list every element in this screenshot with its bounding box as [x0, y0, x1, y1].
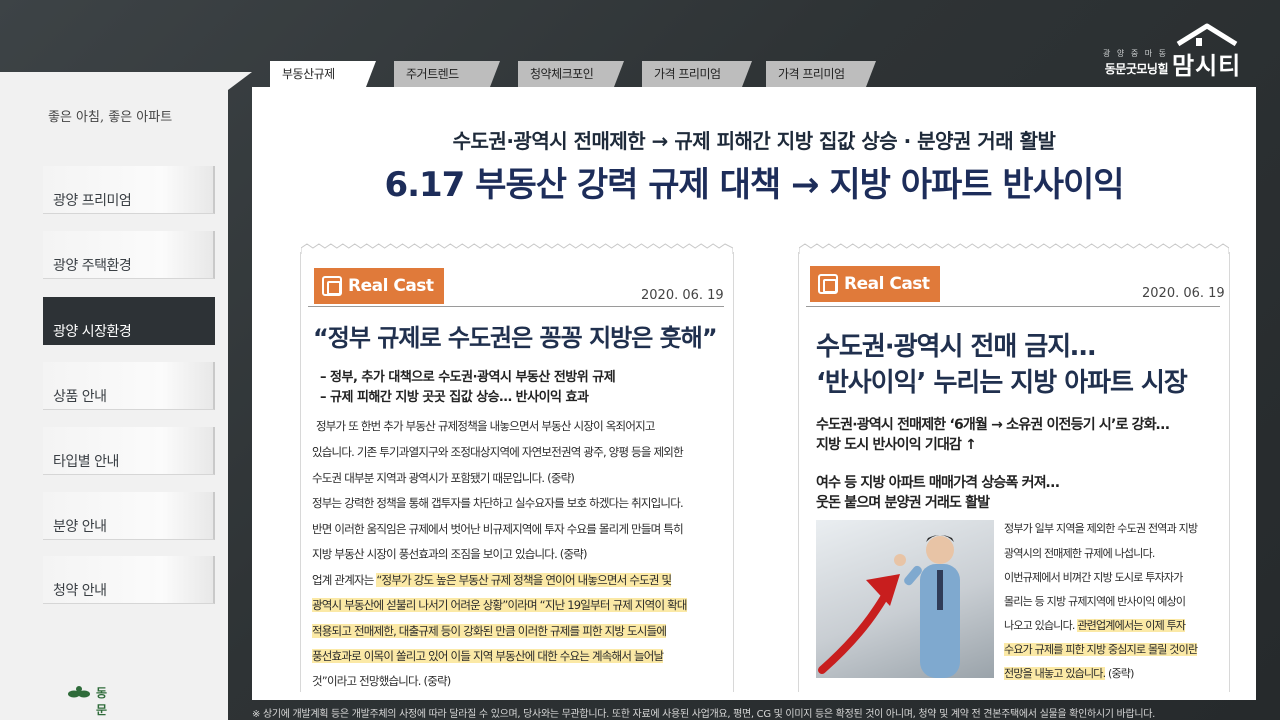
sidebar-item-premium[interactable]: 광양 프리미엄: [43, 166, 215, 214]
realcast-badge: Real Cast: [810, 266, 940, 302]
article-subtitle: 여수 등 지방 아파트 매매가격 상승폭 커져…: [816, 475, 1060, 491]
body-text: (중략): [1108, 667, 1134, 680]
brand-project: 동문굿모닝힐: [1104, 62, 1169, 76]
article-date: 2020. 06. 19: [1142, 286, 1225, 301]
article-body-line: 전망을 내놓고 있습니다. (중략): [1004, 665, 1134, 681]
sidebar-item-label: 타입별 안내: [53, 454, 119, 470]
sidebar-item-housing[interactable]: 광양 주택환경: [43, 231, 215, 279]
article-body-line: 정부가 또 한번 추가 부동산 규제정책을 내놓으면서 부동산 시장이 옥죄어지…: [316, 419, 655, 433]
rising-arrow-illustration: [818, 535, 960, 678]
article-date: 2020. 06. 19: [641, 288, 724, 303]
article-body-line: 수도권 대부분 지역과 광역시가 포함됐기 때문입니다. (중략): [312, 471, 575, 485]
quote-prefix: 업계 관계자는: [312, 573, 377, 587]
article-title: 수도권·광역시 전매 금지…: [816, 332, 1096, 362]
article-quote-line: 풍선효과로 이목이 쏠리고 있어 이들 지역 부동산에 대한 수요는 계속해서 …: [312, 648, 664, 664]
brand-logo[interactable]: 광 양 중 마 동 동문굿모닝힐 맘시티: [1090, 18, 1250, 80]
sidebar-tagline: 좋은 아침, 좋은 아파트: [48, 110, 173, 125]
tab-label: 부동산규제: [282, 67, 335, 81]
highlighted-text: “정부가 강도 높은 부동산 규제 정책을 연이어 내놓으면서 수도권 및: [376, 573, 672, 587]
body-text: 나오고 있습니다.: [1004, 619, 1078, 632]
divider: [308, 306, 724, 307]
article-title: ‘반사이익’ 누리는 지방 아파트 시장: [816, 368, 1188, 398]
article-body-line: 것”이라고 전망했습니다. (중략): [312, 674, 451, 688]
divider: [806, 306, 1220, 307]
article-body-line: 정부가 일부 지역을 제외한 수도권 전역과 지방: [1004, 522, 1198, 535]
businessman-photo: [816, 520, 994, 678]
sidebar-item-label: 분양 안내: [53, 519, 107, 535]
sidebar-item-label: 광양 시장환경: [53, 324, 132, 340]
article-body-line: 정부는 강력한 정책을 통해 갭투자를 차단하고 실수요자를 보호 하겠다는 취…: [312, 496, 684, 510]
tab-housing-trend[interactable]: 주거트렌드: [394, 61, 500, 87]
realcast-badge: Real Cast: [314, 268, 444, 304]
article-body-line: 지방 부동산 시장이 풍선효과의 조짐을 보이고 있습니다. (중략): [312, 547, 588, 561]
badge-label: Real Cast: [348, 276, 434, 296]
sidebar-item-market[interactable]: 광양 시장환경: [43, 297, 215, 345]
article-subtitle: 웃돈 붙으며 분양권 거래도 활발: [816, 495, 990, 511]
sidebar-item-product[interactable]: 상품 안내: [43, 362, 215, 410]
highlighted-text: 전망을 내놓고 있습니다.: [1004, 667, 1106, 680]
tab-price-premium-2[interactable]: 가격 프리미엄②: [766, 61, 876, 108]
highlighted-text: 관련업계에서는 이제 투자: [1077, 619, 1186, 632]
torn-edge: [799, 243, 1229, 254]
article-quote-line: 업계 관계자는 “정부가 강도 높은 부동산 규제 정책을 연이어 내놓으면서 …: [312, 572, 672, 588]
highlighted-text: 수요가 규제를 피한 지방 중심지로 몰릴 것이란: [1004, 643, 1198, 656]
sidebar-fold: [228, 72, 252, 90]
article-body-line: 나오고 있습니다. 관련업계에서는 이제 투자: [1004, 617, 1186, 633]
sidebar-item-label: 청약 안내: [53, 583, 107, 599]
tab-regulation[interactable]: 부동산규제: [270, 61, 376, 87]
article-quote-line: 광역시 부동산에 섣불리 나서기 어려운 상황”이라며 “지난 19일부터 규제…: [312, 597, 687, 613]
torn-edge: [301, 243, 733, 254]
highlighted-text: 적용되고 전매제한, 대출규제 등이 강화된 만큼 이러한 규제를 피한 지방 …: [312, 624, 667, 638]
article-body-line: 수요가 규제를 피한 지방 중심지로 몰릴 것이란: [1004, 641, 1198, 657]
article-body-line: 광역시의 전매제한 규제에 나섭니다.: [1004, 547, 1155, 560]
leaf-logo-icon: [68, 686, 90, 698]
sidebar-item-label: 광양 프리미엄: [53, 193, 132, 209]
sidebar-item-label: 광양 주택환경: [53, 258, 132, 274]
article-quote-line: 적용되고 전매제한, 대출규제 등이 강화된 만큼 이러한 규제를 피한 지방 …: [312, 623, 667, 639]
article-subtitle: – 정부, 추가 대책으로 수도권·광역시 부동산 전방위 규제: [320, 370, 616, 385]
article-title: “정부 규제로 수도권은 꽁꽁 지방은 훗해”: [313, 324, 718, 352]
sidebar-item-subscription[interactable]: 청약 안내: [43, 556, 215, 604]
house-roof-icon: [1176, 23, 1238, 47]
article-body-line: 이번규제에서 비껴간 지방 도시로 투자자가: [1004, 571, 1183, 584]
tab-label: 주거트렌드: [406, 67, 459, 81]
article-subtitle: 수도권·광역시 전매제한 ‘6개월 → 소유권 이전등기 시’로 강화…: [816, 417, 1170, 433]
sidebar-item-label: 상품 안내: [53, 389, 107, 405]
disclaimer-footer: ※ 상기에 개발계획 등은 개발주체의 사정에 따라 달라질 수 있으며, 당사…: [252, 709, 1156, 720]
sidebar: 좋은 아침, 좋은 아파트 광양 프리미엄 광양 주택환경 광양 시장환경 상품…: [0, 72, 228, 720]
headline-subtitle: 수도권·광역시 전매제한 → 규제 피해간 지방 집값 상승 · 분양권 거래 …: [452, 129, 1056, 153]
article-body-line: 있습니다. 기존 투기과열지구와 조정대상지역에 자연보전권역 광주, 양평 등…: [312, 445, 684, 459]
tab-price-premium-1[interactable]: 가격 프리미엄①: [642, 61, 752, 108]
highlighted-text: 풍선효과로 이목이 쏠리고 있어 이들 지역 부동산에 대한 수요는 계속해서 …: [312, 649, 664, 663]
realcast-icon: [818, 274, 838, 294]
sidebar-item-types[interactable]: 타입별 안내: [43, 427, 215, 475]
article-body-line: 반면 이러한 움직임은 규제에서 벗어난 비규제지역에 투자 수요를 몰리게 만…: [312, 522, 684, 536]
highlighted-text: 광역시 부동산에 섣불리 나서기 어려운 상황”이라며 “지난 19일부터 규제…: [312, 598, 687, 612]
brand-location: 광 양 중 마 동: [1103, 49, 1168, 58]
company-logo-text: 동문건설: [96, 686, 107, 717]
sidebar-item-sales[interactable]: 분양 안내: [43, 492, 215, 540]
article-subtitle: – 규제 피해간 지방 곳곳 집값 상승… 반사이익 효과: [320, 390, 589, 405]
brand-name: 맘시티: [1172, 52, 1242, 80]
headline-title: 6.17 부동산 강력 규제 대책 → 지방 아파트 반사이익: [384, 165, 1124, 205]
article-subtitle: 지방 도시 반사이익 기대감 ↑: [816, 437, 977, 453]
tab-subscription-checkpoint[interactable]: 청약체크포인트: [518, 61, 624, 108]
article-body-line: 몰리는 등 지방 규제지역에 반사이익 예상이: [1004, 595, 1186, 608]
realcast-icon: [322, 276, 342, 296]
badge-label: Real Cast: [844, 274, 930, 294]
